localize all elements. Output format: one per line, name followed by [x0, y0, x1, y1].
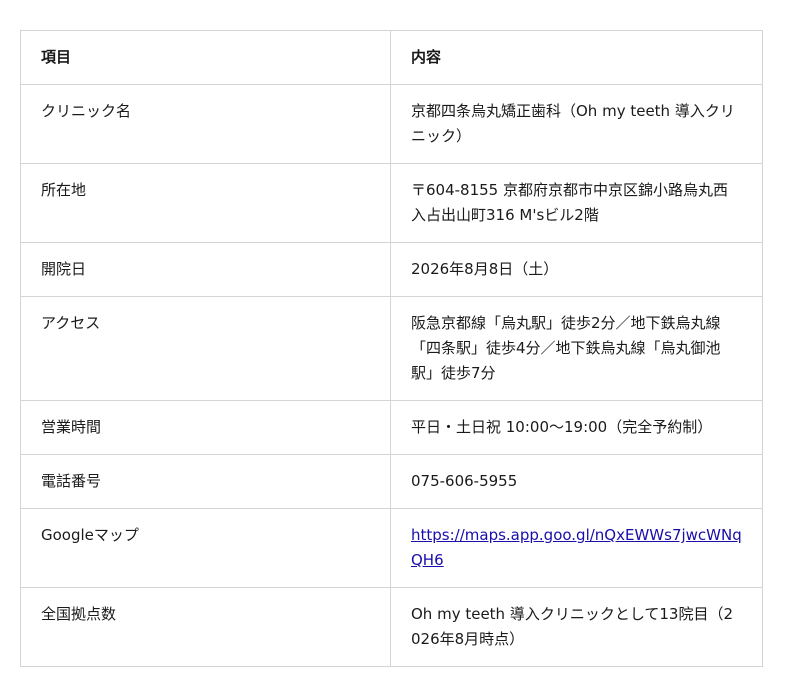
google-map-link[interactable]: https://maps.app.goo.gl/nQxEWWs7jwcWNqQH… [411, 526, 742, 569]
header-item: 項目 [20, 30, 391, 85]
table-row: 全国拠点数 Oh my teeth 導入クリニックとして13院目（2026年8月… [20, 587, 763, 667]
row-value-access: 阪急京都線「烏丸駅」徒歩2分／地下鉄烏丸線「四条駅」徒歩4分／地下鉄烏丸線「烏丸… [390, 296, 763, 401]
table-row: アクセス 阪急京都線「烏丸駅」徒歩2分／地下鉄烏丸線「四条駅」徒歩4分／地下鉄烏… [20, 296, 763, 401]
row-label-clinic-count: 全国拠点数 [20, 587, 391, 667]
row-value-phone: 075-606-5955 [390, 454, 763, 509]
clinic-info-table: 項目 内容 クリニック名 京都四条烏丸矯正歯科（Oh my teeth 導入クリ… [20, 30, 763, 667]
table-row: 営業時間 平日・土日祝 10:00〜19:00（完全予約制） [20, 400, 763, 455]
table-row: クリニック名 京都四条烏丸矯正歯科（Oh my teeth 導入クリニック） [20, 84, 763, 164]
row-label-business-hours: 営業時間 [20, 400, 391, 455]
row-label-access: アクセス [20, 296, 391, 401]
row-label-google-map: Googleマップ [20, 508, 391, 588]
row-value-address: 〒604-8155 京都府京都市中京区錦小路烏丸西入占出山町316 M'sビル2… [390, 163, 763, 243]
row-label-address: 所在地 [20, 163, 391, 243]
header-content: 内容 [390, 30, 763, 85]
table-row: 電話番号 075-606-5955 [20, 454, 763, 509]
row-label-clinic-name: クリニック名 [20, 84, 391, 164]
clinic-info-table-container: 項目 内容 クリニック名 京都四条烏丸矯正歯科（Oh my teeth 導入クリ… [20, 30, 763, 667]
table-row: 所在地 〒604-8155 京都府京都市中京区錦小路烏丸西入占出山町316 M'… [20, 163, 763, 243]
table-row: 開院日 2026年8月8日（土） [20, 242, 763, 297]
table-row: Googleマップ https://maps.app.goo.gl/nQxEWW… [20, 508, 763, 588]
row-value-opening-date: 2026年8月8日（土） [390, 242, 763, 297]
row-value-google-map: https://maps.app.goo.gl/nQxEWWs7jwcWNqQH… [390, 508, 763, 588]
row-value-clinic-name: 京都四条烏丸矯正歯科（Oh my teeth 導入クリニック） [390, 84, 763, 164]
row-label-phone: 電話番号 [20, 454, 391, 509]
row-value-business-hours: 平日・土日祝 10:00〜19:00（完全予約制） [390, 400, 763, 455]
row-value-clinic-count: Oh my teeth 導入クリニックとして13院目（2026年8月時点） [390, 587, 763, 667]
table-header-row: 項目 内容 [20, 30, 763, 85]
row-label-opening-date: 開院日 [20, 242, 391, 297]
